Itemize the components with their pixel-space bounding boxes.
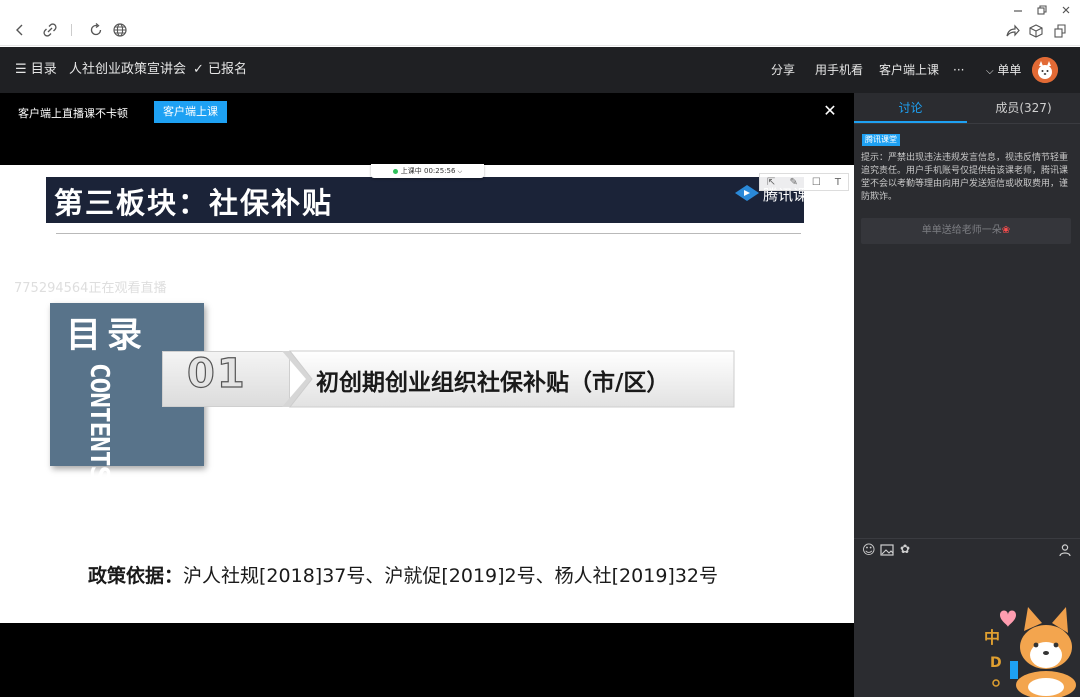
- flower-message: 单单送给老师一朵❀: [861, 218, 1071, 244]
- live-timer: 上课中 00:25:56: [400, 167, 456, 175]
- tab-divider: [854, 123, 1080, 124]
- toc-title-en: CONTENTS: [84, 363, 114, 481]
- share-button[interactable]: 分享: [771, 47, 795, 93]
- browser-toolbar: [0, 0, 1080, 46]
- banner-close-button[interactable]: ✕: [822, 101, 838, 121]
- toc-title-en-wrap: CONTENTS: [64, 363, 144, 480]
- policy-label: 政策依据：: [88, 565, 184, 587]
- live-dot-icon: [392, 168, 398, 174]
- policy-text: 沪人社规[2018]37号、沪就促[2019]2号、杨人社[2019]32号: [183, 565, 718, 587]
- flower-icon[interactable]: ✿: [900, 542, 910, 556]
- section-title: 第三板块：社保补贴: [54, 186, 334, 220]
- user-menu[interactable]: ⌵ 单单: [986, 47, 1021, 93]
- catalog-button[interactable]: ☰ 目录: [15, 47, 57, 93]
- annotation-toolbar: ⇱ ✎ ☐ T: [759, 173, 849, 191]
- globe-icon[interactable]: [110, 20, 130, 40]
- emoji-icon[interactable]: ☺: [862, 543, 876, 558]
- close-icon[interactable]: [1056, 0, 1076, 20]
- minimize-icon[interactable]: [1008, 0, 1028, 20]
- toc-title-cn: 目录: [66, 316, 149, 356]
- enrolled-status: ✓ 已报名: [193, 62, 248, 77]
- client-class-button[interactable]: 客户端上课: [879, 47, 939, 93]
- link-icon[interactable]: [40, 20, 60, 40]
- policy-basis: 政策依据：沪人社规[2018]37号、沪就促[2019]2号、杨人社[2019]…: [88, 561, 718, 588]
- presentation-slide: 第三板块：社保补贴 腾讯课堂 ⇱ ✎ ☐ T 775294564正在观看直播 目…: [0, 165, 854, 623]
- copy-icon[interactable]: [1050, 21, 1070, 41]
- back-arrow-icon[interactable]: [10, 20, 30, 40]
- user-icon[interactable]: [1058, 543, 1072, 557]
- mobile-watch-button[interactable]: 用手机看: [815, 47, 863, 93]
- shape-icon[interactable]: ☐: [812, 177, 821, 188]
- item-title: 初创期创业组织社保补贴（市/区）: [316, 370, 670, 396]
- app-header: ☰ 目录 人社创业政策宣讲会 ✓ 已报名 分享 用手机看 客户端上课 ··· ⌵…: [0, 47, 1080, 93]
- svg-text:D: D: [990, 655, 1002, 671]
- course-title: 人社创业政策宣讲会: [69, 62, 187, 77]
- corgi-sticker-icon: 中 D: [980, 601, 1080, 697]
- flower-text: 单单送给老师一朵: [921, 225, 1002, 236]
- user-name: 单单: [997, 63, 1022, 77]
- viewer-watermark: 775294564正在观看直播: [14, 281, 167, 296]
- tab-discussion[interactable]: 讨论: [854, 93, 967, 123]
- flower-icon: ❀: [1001, 225, 1011, 236]
- system-notice: 提示：严禁出现违法违规发言信息，视违反情节轻重追究责任。用户手机账号仅提供给该课…: [861, 153, 1069, 202]
- item-number: 01: [186, 350, 247, 397]
- avatar[interactable]: [1032, 57, 1058, 83]
- image-icon[interactable]: [880, 544, 894, 556]
- svg-text:中: 中: [984, 628, 1000, 647]
- more-button[interactable]: ···: [953, 47, 964, 93]
- box-icon[interactable]: [1026, 21, 1046, 41]
- tab-members[interactable]: 成员(327): [967, 93, 1080, 123]
- chevron-down-icon: ⌵: [457, 168, 463, 175]
- text-tool-icon[interactable]: T: [835, 177, 841, 188]
- live-timer-pill[interactable]: 上课中 00:25:56 ⌵: [371, 164, 484, 178]
- banner-text: 客户端上直播课不卡顿: [18, 107, 128, 120]
- refresh-icon[interactable]: [86, 20, 106, 40]
- pen-icon[interactable]: ✎: [789, 177, 797, 188]
- toolbar-divider: [71, 24, 72, 36]
- system-badge: 腾讯课堂: [862, 134, 900, 146]
- restore-icon[interactable]: [1032, 0, 1052, 20]
- client-class-banner-button[interactable]: 客户端上课: [154, 101, 227, 123]
- chevron-down-icon: ⌵: [986, 66, 994, 77]
- slide-divider: [56, 233, 801, 234]
- pointer-icon[interactable]: ⇱: [767, 177, 775, 188]
- input-divider: [854, 538, 1080, 539]
- discussion-panel: 讨论 成员(327) 腾讯课堂 提示：严禁出现违法违规发言信息，视违反情节轻重追…: [854, 93, 1080, 697]
- share-icon[interactable]: [1002, 21, 1022, 41]
